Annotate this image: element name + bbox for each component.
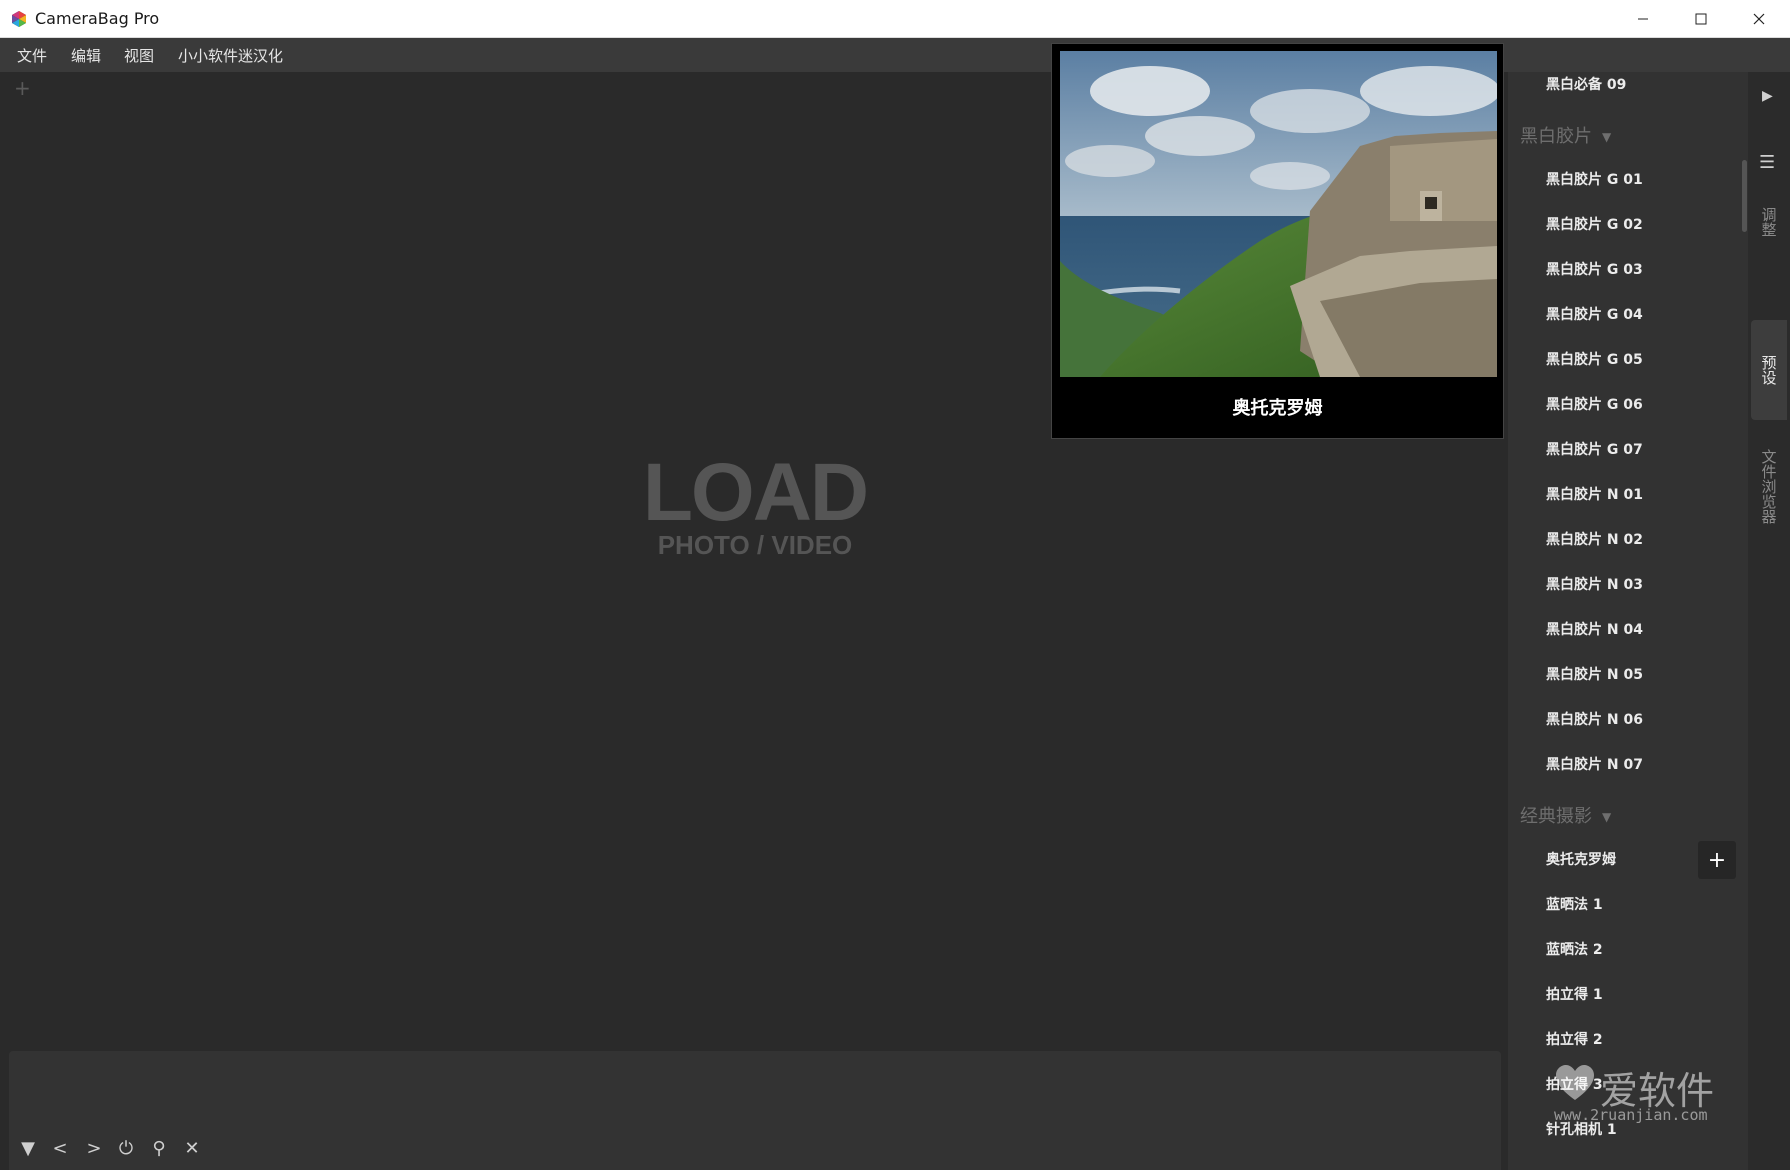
minimize-icon (1638, 18, 1648, 20)
preset-item[interactable]: 拍立得 2 (1546, 1029, 1603, 1049)
triangle-down-icon: ▼ (1602, 810, 1612, 824)
close-icon (1753, 13, 1765, 25)
hamburger-menu-icon[interactable]: ☰ (1759, 152, 1775, 173)
menu-file[interactable]: 文件 (17, 45, 47, 66)
preset-item[interactable]: 黑白胶片 G 04 (1546, 304, 1643, 324)
preset-item[interactable]: 黑白胶片 N 06 (1546, 709, 1643, 729)
app-window: CameraBag Pro 文件 编辑 视图 小小软件迷汉化 + LOAD PH… (0, 0, 1790, 1170)
preset-item[interactable]: 黑白胶片 G 06 (1546, 394, 1643, 414)
group-header-label: 经典摄影 (1520, 806, 1592, 827)
preset-panel: 黑白必备 09 黑白胶片 ▼ 黑白胶片 G 01 黑白胶片 G 02 黑白胶片 G… (1508, 72, 1748, 1170)
power-icon[interactable]: ⏻ (114, 1138, 138, 1159)
preset-preview-popup: 奥托克罗姆 (1051, 43, 1504, 439)
preset-scrollbar[interactable] (1742, 160, 1747, 232)
play-icon[interactable]: ▶ (1762, 88, 1773, 104)
group-header-classic-photo[interactable]: 经典摄影 ▼ (1520, 802, 1611, 828)
preset-item[interactable]: 蓝晒法 2 (1546, 939, 1603, 959)
preset-item[interactable]: 黑白胶片 N 03 (1546, 574, 1643, 594)
menu-bar: 文件 编辑 视图 小小软件迷汉化 (0, 38, 1790, 72)
preset-item[interactable]: 黑白胶片 N 04 (1546, 619, 1643, 639)
preset-item[interactable]: 黑白胶片 G 05 (1546, 349, 1643, 369)
preset-preview-image (1060, 51, 1497, 377)
triangle-down-icon: ▼ (1602, 130, 1612, 144)
window-title: CameraBag Pro (35, 9, 160, 28)
close-window-button[interactable] (1730, 0, 1788, 38)
load-title: LOAD (642, 447, 869, 538)
camerabag-logo-icon (12, 11, 26, 27)
group-header-label: 黑白胶片 (1520, 126, 1592, 147)
preset-item[interactable]: 黑白胶片 G 03 (1546, 259, 1643, 279)
maximize-button[interactable] (1672, 0, 1730, 38)
menu-view[interactable]: 视图 (124, 45, 154, 66)
tab-presets[interactable]: 预设 (1751, 320, 1787, 420)
preset-item[interactable]: 黑白胶片 N 05 (1546, 664, 1643, 684)
triangle-down-icon[interactable]: ▼ (16, 1138, 40, 1159)
zoom-icon[interactable]: ⚲ (147, 1138, 171, 1159)
preset-item[interactable]: 拍立得 1 (1546, 984, 1603, 1004)
preset-item[interactable]: 黑白胶片 N 07 (1546, 754, 1643, 774)
minimize-button[interactable] (1614, 0, 1672, 38)
watermark-url: www.2ruanjian.com (1554, 1106, 1708, 1124)
preview-caption: 奥托克罗姆 (1232, 398, 1323, 419)
menu-edit[interactable]: 编辑 (71, 45, 101, 66)
next-icon[interactable]: > (82, 1138, 106, 1159)
prev-icon[interactable]: < (48, 1138, 72, 1159)
menu-localization[interactable]: 小小软件迷汉化 (178, 45, 283, 66)
preset-item[interactable]: 黑白胶片 N 01 (1546, 484, 1643, 504)
preset-item[interactable]: 蓝晒法 1 (1546, 894, 1603, 914)
preset-item[interactable]: 黑白胶片 G 02 (1546, 214, 1643, 234)
preset-item[interactable]: 黑白胶片 N 02 (1546, 529, 1643, 549)
preset-item[interactable]: 黑白必备 09 (1546, 74, 1626, 94)
plus-icon[interactable]: + (14, 76, 31, 100)
maximize-icon (1695, 13, 1707, 25)
preset-item[interactable]: 黑白胶片 G 01 (1546, 169, 1643, 189)
tab-adjust[interactable]: 调整 (1751, 196, 1787, 248)
watermark: 爱软件 www.2ruanjian.com (1550, 1060, 1730, 1130)
group-header-bw-film[interactable]: 黑白胶片 ▼ (1520, 122, 1611, 148)
title-bar: CameraBag Pro (0, 0, 1790, 38)
add-preset-button[interactable]: + (1698, 841, 1736, 879)
tab-file-browser[interactable]: 文件浏览器 (1751, 436, 1787, 536)
close-icon[interactable]: ✕ (180, 1138, 204, 1159)
preset-item-selected[interactable]: 奥托克罗姆 (1546, 849, 1616, 869)
preset-item[interactable]: 黑白胶片 G 07 (1546, 439, 1643, 459)
load-subtitle: PHOTO / VIDEO (657, 530, 853, 560)
heart-logo-icon (1556, 1065, 1594, 1100)
filmstrip-panel[interactable] (9, 1051, 1501, 1170)
